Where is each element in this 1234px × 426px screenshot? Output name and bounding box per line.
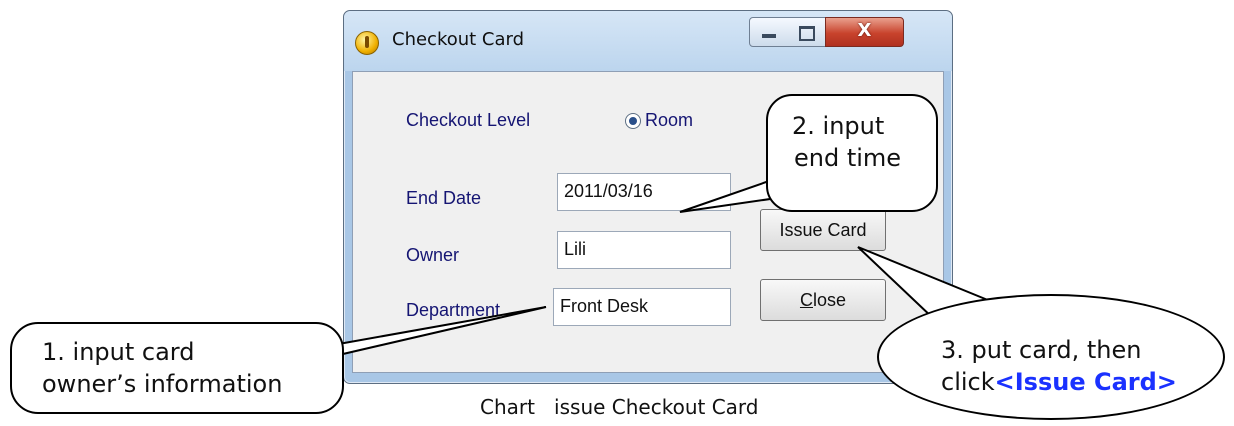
callout-step-3-highlight: <Issue Card> [994,368,1177,396]
callout-step-3: 3. put card, then click<Issue Card> [877,294,1225,420]
callout-step-1: 1. input card owner’s information [10,322,344,414]
callout-step-1-line-1: 1. input card [42,338,195,366]
callout-step-2: 2. input end time [766,94,938,212]
caption-text: issue Checkout Card [554,395,759,419]
callout-1-tail [329,306,547,358]
callout-step-3-prefix: click [941,368,995,396]
callout-step-1-line-2: owner’s information [42,370,283,398]
callout-step-2-line-1: 2. input [792,112,885,140]
caption-label: Chart [480,395,535,419]
callout-step-3-line-1: 3. put card, then [941,336,1142,364]
callout-step-2-line-2: end time [794,144,902,172]
callout-step-3-line-2: click<Issue Card> [941,366,1223,398]
figure-caption: Chart issue Checkout Card [480,395,759,419]
